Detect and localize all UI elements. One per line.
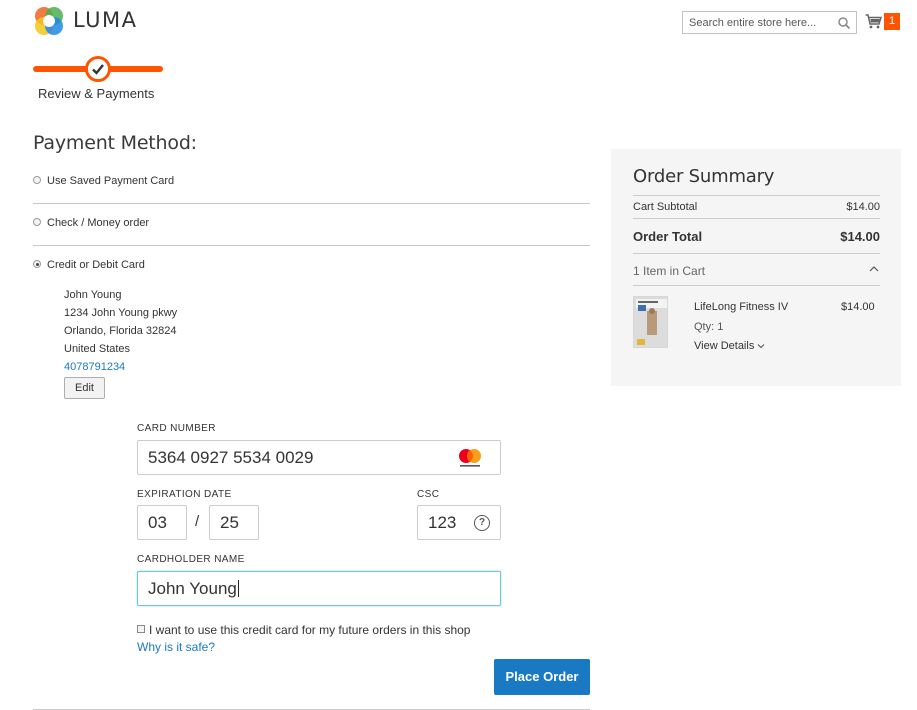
order-summary-panel: Order Summary Cart Subtotal $14.00 Order… xyxy=(611,149,901,386)
radio-credit-card[interactable] xyxy=(33,260,41,269)
card-number-label: CARD NUMBER xyxy=(137,423,216,434)
payment-method-title: Payment Method: xyxy=(33,132,197,154)
billing-name: John Young xyxy=(64,289,122,301)
exp-month-value: 03 xyxy=(148,512,167,532)
why-safe-link[interactable]: Why is it safe? xyxy=(137,640,215,654)
exp-year-value: 25 xyxy=(220,512,239,532)
order-total-row: Order Total $14.00 xyxy=(633,229,880,244)
exp-separator: / xyxy=(195,513,200,530)
view-details-toggle[interactable]: View Details xyxy=(694,340,765,352)
divider xyxy=(633,285,880,286)
luma-logo[interactable] xyxy=(33,5,65,37)
cardholder-name-label: CARDHOLDER NAME xyxy=(137,554,245,565)
progress-step-label: Review & Payments xyxy=(38,86,155,101)
card-number-value: 5364 0927 5534 0029 xyxy=(148,447,314,467)
divider xyxy=(633,218,880,219)
divider xyxy=(33,203,590,204)
payment-option-label: Credit or Debit Card xyxy=(47,259,145,271)
order-total-label: Order Total xyxy=(633,229,703,244)
search-icon[interactable] xyxy=(837,16,851,30)
billing-street: 1234 John Young pkwy xyxy=(64,307,178,319)
chevron-down-icon xyxy=(757,344,765,349)
text-cursor xyxy=(237,580,239,597)
csc-value: 123 xyxy=(428,512,457,532)
payment-option-saved-card[interactable]: Use Saved Payment Card xyxy=(33,175,590,195)
save-card-label: I want to use this credit card for my fu… xyxy=(149,623,471,637)
view-details-label: View Details xyxy=(694,340,755,352)
order-total-value: $14.00 xyxy=(840,229,880,244)
payment-option-label: Check / Money order xyxy=(47,217,150,229)
product-thumbnail[interactable] xyxy=(633,296,668,348)
billing-city: Orlando, Florida 32824 xyxy=(64,325,177,337)
payment-option-check-money[interactable]: Check / Money order xyxy=(33,217,590,237)
exp-month-input[interactable]: 03 xyxy=(137,505,187,540)
csc-label: CSC xyxy=(417,489,440,500)
card-number-input[interactable]: 5364 0927 5534 0029 xyxy=(137,440,501,475)
expiration-date-label: EXPIRATION DATE xyxy=(137,489,232,500)
mastercard-icon xyxy=(459,449,481,467)
radio-check-money[interactable] xyxy=(33,218,41,227)
cart-count-badge[interactable]: 1 xyxy=(884,13,900,30)
items-in-cart-toggle[interactable]: 1 Item in Cart xyxy=(633,264,705,278)
search-box[interactable] xyxy=(682,11,857,34)
radio-saved-card[interactable] xyxy=(33,176,41,185)
divider xyxy=(633,195,880,196)
save-card-option[interactable]: I want to use this credit card for my fu… xyxy=(137,623,470,637)
check-icon xyxy=(92,64,104,75)
progress-step-check xyxy=(85,56,111,82)
logo-text[interactable]: LUMA xyxy=(73,8,138,32)
billing-country: United States xyxy=(64,343,131,355)
cart-subtotal-row: Cart Subtotal $14.00 xyxy=(633,201,880,213)
cart-icon[interactable] xyxy=(865,14,882,29)
cart-subtotal-value: $14.00 xyxy=(846,201,880,213)
chevron-up-icon[interactable] xyxy=(869,265,879,273)
divider xyxy=(633,253,880,254)
product-qty: Qty: 1 xyxy=(694,321,724,333)
exp-year-input[interactable]: 25 xyxy=(209,505,259,540)
place-order-button[interactable]: Place Order xyxy=(494,659,590,695)
save-card-checkbox[interactable] xyxy=(137,624,145,633)
payment-option-label: Use Saved Payment Card xyxy=(47,175,175,187)
product-name: LifeLong Fitness IV xyxy=(694,301,789,313)
cart-subtotal-label: Cart Subtotal xyxy=(633,201,698,213)
cardholder-name-input[interactable]: John Young xyxy=(137,571,501,606)
order-summary-title: Order Summary xyxy=(633,166,775,187)
product-price: $14.00 xyxy=(841,301,875,313)
csc-input[interactable]: 123 ? xyxy=(417,505,501,540)
help-icon[interactable]: ? xyxy=(474,515,490,531)
edit-address-button[interactable]: Edit xyxy=(64,377,105,399)
billing-phone-link[interactable]: 4078791234 xyxy=(64,361,125,373)
divider xyxy=(33,245,590,246)
cardholder-name-value: John Young xyxy=(148,578,237,598)
payment-option-credit-card[interactable]: Credit or Debit Card xyxy=(33,259,590,279)
search-input[interactable] xyxy=(683,12,833,33)
